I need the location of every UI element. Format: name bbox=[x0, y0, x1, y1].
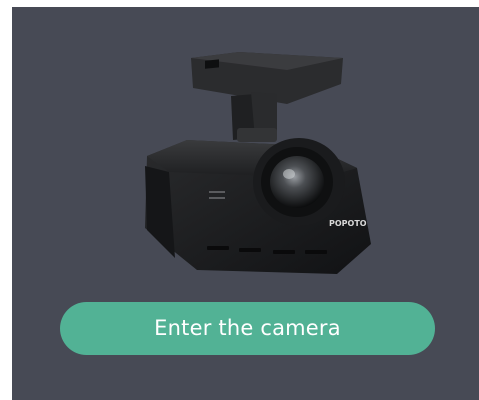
dash-camera-icon: POPOTO bbox=[145, 52, 371, 274]
camera-entry-panel: POPOTO Enter the camera bbox=[12, 7, 479, 400]
brand-logo: POPOTO bbox=[329, 219, 367, 228]
enter-camera-button[interactable]: Enter the camera bbox=[60, 302, 435, 355]
